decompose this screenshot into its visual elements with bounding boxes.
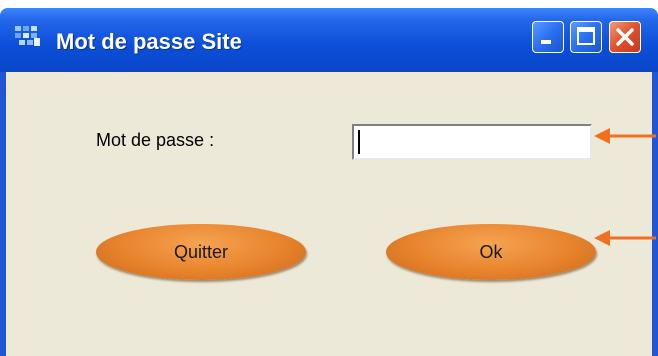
arrow-icon xyxy=(594,230,656,246)
minimize-icon xyxy=(541,40,551,44)
password-label: Mot de passe : xyxy=(96,130,215,150)
dialog-window: Mot de passe Site Mot de passe : Quitter… xyxy=(0,8,658,356)
maximize-icon xyxy=(577,27,595,45)
text-cursor xyxy=(358,130,360,154)
close-icon xyxy=(616,28,634,46)
ok-button[interactable]: Ok xyxy=(386,224,596,280)
title-bar[interactable]: Mot de passe Site xyxy=(0,8,658,72)
quit-button[interactable]: Quitter xyxy=(96,224,306,280)
window-title: Mot de passe Site xyxy=(56,29,242,54)
arrow-icon xyxy=(594,128,656,144)
password-input[interactable] xyxy=(352,124,592,160)
minimize-button[interactable] xyxy=(532,21,564,53)
close-button[interactable] xyxy=(609,21,641,53)
maximize-button[interactable] xyxy=(570,21,602,53)
app-icon xyxy=(15,26,40,46)
dialog-body: Mot de passe : Quitter Ok xyxy=(6,72,652,356)
